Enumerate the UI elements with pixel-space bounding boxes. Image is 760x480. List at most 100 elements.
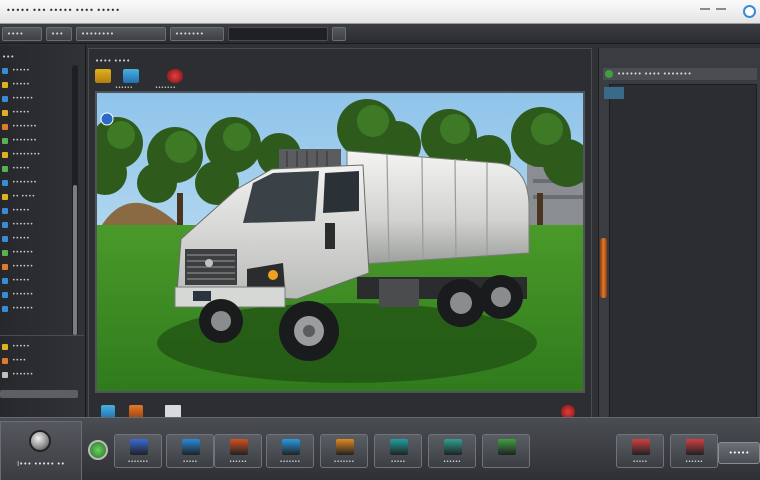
right-panel-header[interactable]: •••••• •••• ••••••• [603, 68, 757, 80]
sidebar-item-label: ••••• [12, 343, 30, 350]
sidebar-item-icon [2, 138, 8, 144]
dock-app-icon [632, 439, 650, 455]
sidebar-item-label: ••••••• [12, 123, 37, 130]
sidebar-item-icon [2, 264, 8, 270]
dock-button[interactable]: ••••••• [114, 434, 162, 468]
sidebar-item-icon [2, 180, 8, 186]
dock-button-label: ••••••• [127, 459, 149, 465]
dock-button-label: ••••• [182, 459, 198, 465]
sidebar-item[interactable]: ••••• [0, 233, 72, 245]
dock-button[interactable]: •••••• [428, 434, 476, 468]
viewport-tab[interactable]: •••• •••• [95, 57, 130, 65]
sidebar-item-icon [2, 306, 8, 312]
sidebar-item-label: •••••• [12, 221, 34, 228]
sidebar-lower-item[interactable]: ••••• [0, 341, 72, 353]
sidebar-item-icon [2, 250, 8, 256]
toolbar-button-4[interactable]: ••••••• [170, 27, 224, 41]
scrollbar-thumb[interactable] [73, 185, 77, 335]
dock-button[interactable]: •••••• [670, 434, 718, 468]
toolbar-button-1[interactable]: •••• [2, 27, 42, 41]
truck-scene-image [97, 93, 583, 391]
dock-button-label: ••••••• [279, 459, 301, 465]
sidebar-item-icon [2, 208, 8, 214]
sidebar-item-label: •••• [12, 357, 27, 364]
sidebar-heading: ••• [2, 53, 15, 61]
dock-button[interactable]: ••••••• [266, 434, 314, 468]
folder-icon[interactable] [95, 69, 111, 83]
dock-button[interactable]: ••••• [616, 434, 664, 468]
sidebar-item[interactable]: ••••• [0, 275, 72, 287]
sidebar-item[interactable]: ••••• [0, 79, 72, 91]
sidebar-item-label: •••••••• [12, 151, 41, 158]
sidebar-item-label: ••••• [12, 277, 30, 284]
dock-button-label: •••••• [685, 459, 703, 465]
toolbar-menu-icon[interactable] [332, 27, 346, 41]
sidebar-item-label: •••••• [12, 305, 34, 312]
sidebar-item[interactable]: ••••• [0, 107, 72, 119]
right-panel-content [604, 84, 757, 429]
home-knob-icon[interactable] [29, 430, 51, 452]
sidebar-lower-item[interactable]: •••••• [0, 369, 72, 381]
dock-app-icon [390, 439, 408, 455]
dock-button-label: •••••• [229, 459, 247, 465]
sidebar-item-label: ••••• [12, 235, 30, 242]
sidebar-item-icon [2, 82, 8, 88]
sidebar-item-label: ••••• [12, 165, 30, 172]
sidebar-item[interactable]: •••••• [0, 289, 72, 301]
dock-app-icon [444, 439, 462, 455]
sidebar-item[interactable]: •••••• [0, 261, 72, 273]
record-icon[interactable] [167, 69, 183, 83]
sidebar-item-label: •••••• [12, 249, 34, 256]
3d-scene-viewport[interactable] [95, 91, 585, 393]
dock-button[interactable]: ••••• [374, 434, 422, 468]
help-icon[interactable] [743, 5, 756, 18]
sidebar-item-label: ••••• [12, 67, 30, 74]
sidebar-item[interactable]: •••••• [0, 219, 72, 231]
panel-tab-icon[interactable] [604, 87, 624, 99]
dock-button[interactable]: ••••••• [320, 434, 368, 468]
dock-home[interactable]: I••• ••••• •• [0, 421, 82, 480]
sidebar-item[interactable]: •• •••• [0, 191, 72, 203]
sidebar-item-icon [2, 110, 8, 116]
minimize-icon[interactable] [700, 8, 710, 14]
dock-button[interactable] [482, 434, 530, 468]
sidebar-item[interactable]: •••••• [0, 93, 72, 105]
panel-resize-handle[interactable] [600, 238, 607, 298]
toolbar-button-3[interactable]: •••••••• [76, 27, 166, 41]
sidebar-item[interactable]: ••••••• [0, 135, 72, 147]
dock-button[interactable]: ••••• [166, 434, 214, 468]
sidebar-item-icon [2, 236, 8, 242]
sidebar-item[interactable]: ••••••• [0, 121, 72, 133]
sidebar-item[interactable]: •••••••• [0, 149, 72, 161]
layers-icon[interactable] [123, 69, 139, 83]
sidebar-item[interactable]: ••••• [0, 205, 72, 217]
status-icon [605, 70, 613, 78]
dock-app-icon [686, 439, 704, 455]
sidebar-item-icon [2, 278, 8, 284]
sidebar-lower-item[interactable]: •••• [0, 355, 72, 367]
sidebar-scrollbar[interactable] [72, 65, 78, 335]
sidebar-item[interactable]: •••••• [0, 303, 72, 315]
dock-button[interactable]: •••••• [214, 434, 262, 468]
sidebar-item[interactable]: •••••• [0, 247, 72, 259]
toolbar-button-2[interactable]: ••• [46, 27, 72, 41]
play-icon[interactable] [88, 440, 108, 460]
sidebar-item-label: •••••• [12, 291, 34, 298]
search-input[interactable] [228, 27, 328, 41]
top-toolbar: •••• ••• •••••••• ••••••• [0, 24, 760, 44]
left-sidebar: ••• ••••• ••••• •••••• ••••• ••••••• ••••••• •… [0, 45, 86, 417]
sidebar-item-icon [2, 372, 8, 378]
sidebar-item-label: ••••••• [12, 179, 37, 186]
app-window: ••••• ••• ••••• •••• ••••• •••• ••• ••••… [0, 0, 760, 480]
sidebar-item-icon [2, 166, 8, 172]
dock-action-button[interactable]: ••••• [718, 442, 760, 464]
sidebar-item-label: •• •••• [12, 193, 36, 200]
maximize-icon[interactable] [716, 8, 726, 14]
dock-app-icon [182, 439, 200, 455]
sidebar-item[interactable]: ••••• [0, 163, 72, 175]
sidebar-item[interactable]: ••••• [0, 65, 72, 77]
sidebar-progress-bar [0, 390, 78, 398]
dock-app-icon [336, 439, 354, 455]
sidebar-item[interactable]: ••••••• [0, 177, 72, 189]
sidebar-item-label: ••••• [12, 81, 30, 88]
